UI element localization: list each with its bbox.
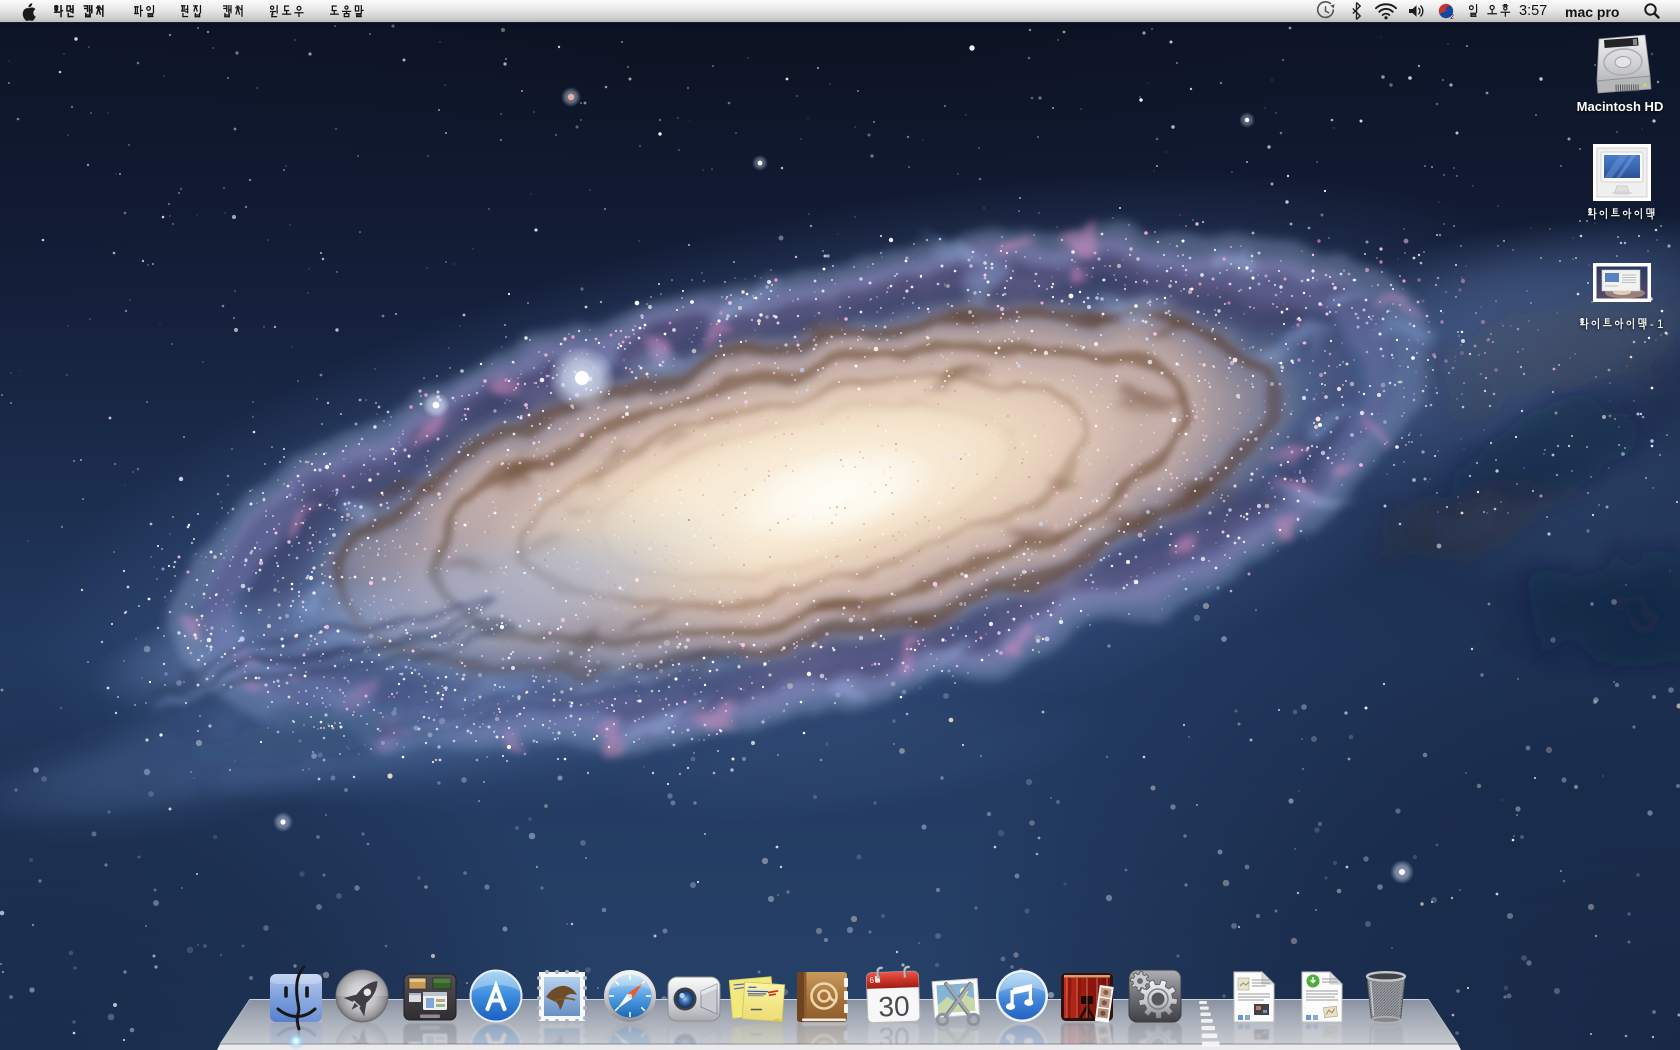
svg-text:2: 2	[1450, 14, 1454, 21]
svg-text:1: 1	[1657, 318, 1664, 331]
svg-text:-: -	[1650, 318, 1654, 331]
